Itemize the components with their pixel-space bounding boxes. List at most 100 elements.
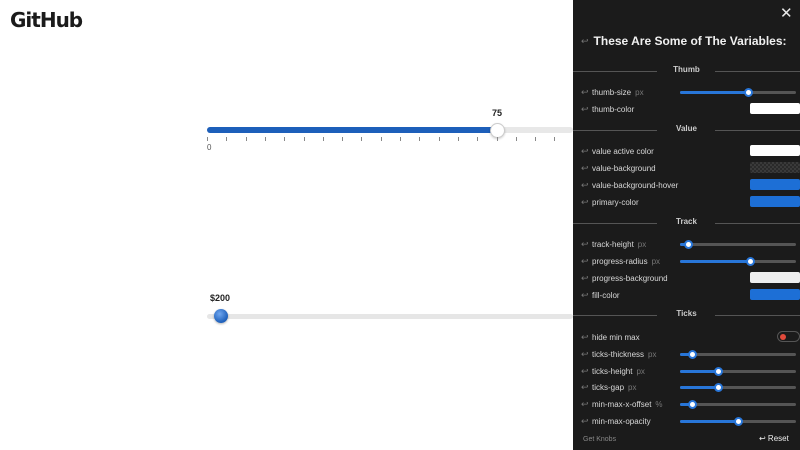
knob-unit: px xyxy=(628,382,637,392)
color-swatch[interactable] xyxy=(750,179,800,190)
slider-tick xyxy=(284,137,286,141)
github-logo[interactable]: GitHub xyxy=(10,8,83,32)
knob-value-active-color: ↩ value active color xyxy=(581,145,800,157)
knob-label: value active color xyxy=(592,146,654,156)
reset-button[interactable]: ↩ Reset xyxy=(759,434,789,443)
return-icon[interactable]: ↩ xyxy=(581,349,592,360)
color-swatch[interactable] xyxy=(750,162,800,173)
knob-value-background-hover: ↩ value-background-hover xyxy=(581,179,800,191)
range-input[interactable] xyxy=(680,417,796,426)
slider-tick xyxy=(515,137,517,141)
return-icon[interactable]: ↩ xyxy=(581,290,592,301)
knob-primary-color: ↩ primary-color xyxy=(581,196,800,208)
slider-tick xyxy=(535,137,537,141)
slider-tick xyxy=(264,137,266,141)
knob-label: min-max-x-offset xyxy=(592,399,652,409)
return-icon[interactable]: ↩ xyxy=(581,256,592,267)
knob-thumb-color: ↩ thumb-color xyxy=(581,103,800,115)
range-input[interactable] xyxy=(680,350,796,359)
section-title: Thumb xyxy=(673,65,700,74)
slider-tick xyxy=(245,137,247,141)
knob-ticks-thickness: ↩ ticks-thickness px xyxy=(581,348,796,360)
range-input[interactable] xyxy=(680,383,796,392)
knob-label: progress-background xyxy=(592,273,668,283)
get-knobs-link[interactable]: Get Knobs xyxy=(583,436,616,443)
range-input[interactable] xyxy=(680,88,796,97)
return-icon[interactable]: ↩ xyxy=(581,273,592,284)
slider-track[interactable] xyxy=(207,314,573,319)
section-track: Track xyxy=(573,217,800,229)
section-title: Ticks xyxy=(676,309,697,318)
color-swatch[interactable] xyxy=(750,103,800,114)
slider-tick xyxy=(207,137,208,141)
slider-tick xyxy=(303,137,305,141)
slider-track[interactable] xyxy=(207,127,573,133)
return-icon[interactable]: ↩ xyxy=(581,366,592,377)
slider-min-label: 0 xyxy=(207,143,212,152)
section-thumb: Thumb xyxy=(573,65,800,77)
return-icon[interactable]: ↩ xyxy=(581,197,592,208)
knob-label: ticks-thickness xyxy=(592,349,645,359)
knob-label: track-height xyxy=(592,239,634,249)
knob-fill-color: ↩ fill-color xyxy=(581,289,800,301)
color-swatch[interactable] xyxy=(750,289,800,300)
knob-ticks-height: ↩ ticks-height px xyxy=(581,365,796,377)
slider-thumb[interactable] xyxy=(490,123,506,138)
return-icon[interactable]: ↩ xyxy=(581,104,592,115)
slider-ticks xyxy=(207,137,594,141)
range-slider-primary[interactable]: 75 0 xyxy=(207,108,607,158)
knob-unit: px xyxy=(636,366,645,376)
color-swatch[interactable] xyxy=(750,145,800,156)
knob-hide-min-max: ↩ hide min max xyxy=(581,331,800,343)
range-input[interactable] xyxy=(680,240,796,249)
return-icon[interactable]: ↩ xyxy=(581,163,592,174)
knob-value-background: ↩ value-background xyxy=(581,162,800,174)
knob-track-height: ↩ track-height px xyxy=(581,238,796,250)
return-icon[interactable]: ↩ xyxy=(581,382,592,393)
close-icon[interactable]: ✕ xyxy=(780,4,793,22)
return-icon[interactable]: ↩ xyxy=(581,332,592,343)
range-input[interactable] xyxy=(680,257,796,266)
return-icon[interactable]: ↩ xyxy=(581,36,589,47)
slider-tick xyxy=(419,137,421,141)
slider-tick xyxy=(342,137,344,141)
range-input[interactable] xyxy=(680,367,796,376)
knob-label: min-max-opacity xyxy=(592,416,651,426)
knob-label: progress-radius xyxy=(592,256,648,266)
slider-tick xyxy=(400,137,401,141)
slider-tick xyxy=(226,137,228,141)
knob-min-max-x-offset: ↩ min-max-x-offset % xyxy=(581,398,796,410)
color-swatch[interactable] xyxy=(750,272,800,283)
section-title: Value xyxy=(676,124,697,133)
knob-label: thumb-size xyxy=(592,87,632,97)
return-icon[interactable]: ↩ xyxy=(581,416,592,427)
return-icon[interactable]: ↩ xyxy=(581,399,592,410)
slider-value-label: $200 xyxy=(210,293,231,303)
slider-value-label: 75 xyxy=(492,108,503,118)
section-ticks: Ticks xyxy=(573,309,800,321)
toggle-switch[interactable] xyxy=(777,331,800,342)
range-slider-price[interactable]: $200 xyxy=(207,293,607,333)
color-swatch[interactable] xyxy=(750,196,800,207)
slider-thumb[interactable] xyxy=(214,309,229,323)
return-icon[interactable]: ↩ xyxy=(581,180,592,191)
slider-tick xyxy=(554,137,556,141)
knobs-panel: ✕ ↩ These Are Some of The Variables: Thu… xyxy=(573,0,800,450)
slider-tick xyxy=(438,137,440,141)
section-title: Track xyxy=(676,217,697,226)
section-value: Value xyxy=(573,124,800,136)
knob-unit: px xyxy=(648,349,657,359)
knob-unit: % xyxy=(655,399,663,409)
return-icon[interactable]: ↩ xyxy=(581,146,592,157)
slider-tick xyxy=(496,137,498,141)
knob-label: ticks-height xyxy=(592,366,633,376)
slider-fill xyxy=(207,127,498,133)
return-icon[interactable]: ↩ xyxy=(581,239,592,250)
slider-tick xyxy=(361,137,363,141)
range-input[interactable] xyxy=(680,400,796,409)
panel-header: ↩ These Are Some of The Variables: xyxy=(581,34,787,48)
knob-unit: px xyxy=(637,239,647,249)
return-icon[interactable]: ↩ xyxy=(581,87,592,98)
slider-tick xyxy=(380,137,382,141)
page: GitHub 75 0 $200 ✕ ↩ These Are Some of T… xyxy=(0,0,800,450)
